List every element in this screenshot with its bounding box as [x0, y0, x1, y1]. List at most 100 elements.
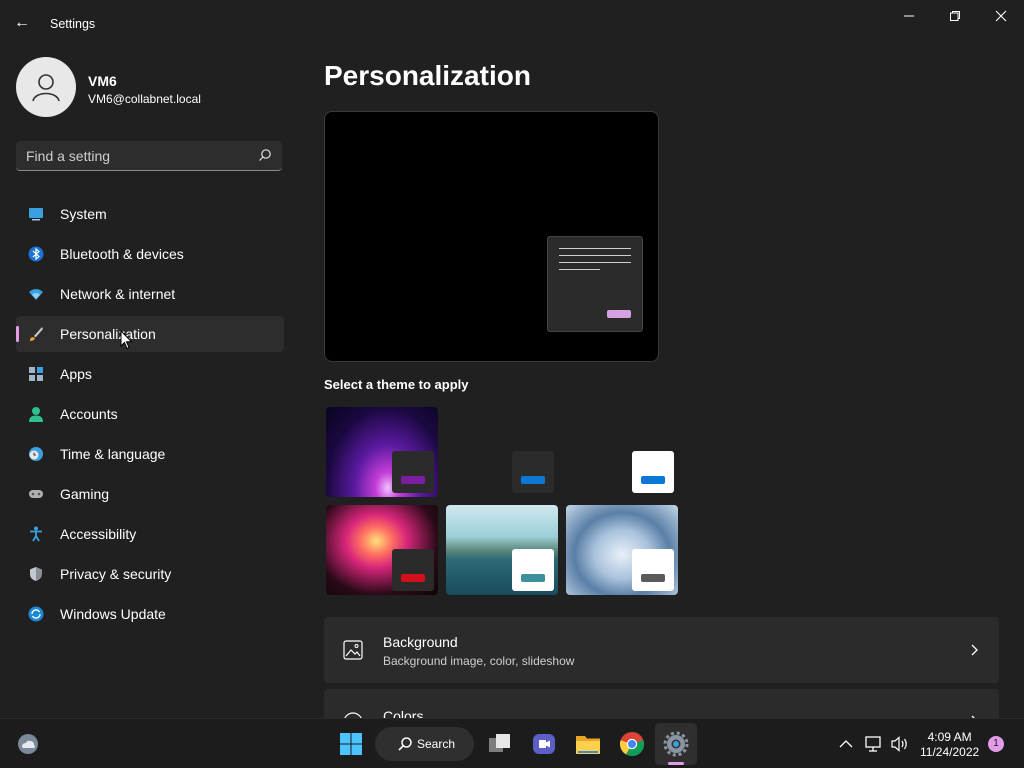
- sidebar-item-privacy[interactable]: Privacy & security: [16, 556, 284, 592]
- sidebar-item-personalization[interactable]: Personalization: [16, 316, 284, 352]
- chevron-up-icon[interactable]: [838, 738, 854, 750]
- sidebar-item-label: Gaming: [60, 486, 110, 502]
- avatar[interactable]: [16, 57, 76, 117]
- sidebar-item-gaming[interactable]: Gaming: [16, 476, 284, 512]
- theme-preview-window: [632, 549, 674, 591]
- sidebar-item-time-language[interactable]: Time & language: [16, 436, 284, 472]
- nav-list: System Bluetooth & devices Network & int…: [16, 196, 284, 636]
- sidebar-item-windows-update[interactable]: Windows Update: [16, 596, 284, 632]
- system-icon: [29, 208, 43, 221]
- clock-date: 11/24/2022: [920, 745, 980, 759]
- theme-tile-captured-motion[interactable]: [326, 505, 438, 595]
- wifi-icon: [29, 289, 43, 300]
- chrome-icon[interactable]: [619, 731, 645, 757]
- search-icon[interactable]: [258, 148, 272, 162]
- minimize-button[interactable]: [886, 0, 932, 32]
- theme-preview-window: [632, 451, 674, 493]
- sidebar-item-label: Network & internet: [60, 286, 176, 302]
- active-app-indicator: [668, 762, 684, 765]
- back-button[interactable]: ←: [14, 14, 34, 34]
- theme-accent-bar: [521, 476, 545, 484]
- taskbar-search[interactable]: Search: [375, 727, 474, 761]
- sidebar-item-label: Bluetooth & devices: [60, 246, 184, 262]
- settings-taskbar-button[interactable]: [655, 723, 697, 765]
- sidebar-item-label: Accessibility: [60, 526, 137, 542]
- theme-tile-glow[interactable]: [326, 407, 438, 497]
- theme-tile-bloom[interactable]: [566, 505, 678, 595]
- main-content: Personalization Select a theme to apply: [324, 48, 1024, 718]
- system-clock[interactable]: 4:09 AM 11/24/2022: [920, 730, 979, 760]
- theme-preview-window: [512, 451, 554, 493]
- sidebar-item-label: Apps: [60, 366, 92, 382]
- notification-badge[interactable]: 1: [988, 736, 1004, 752]
- bluetooth-icon: [28, 246, 44, 262]
- apps-icon: [29, 367, 43, 381]
- image-icon: [343, 640, 363, 660]
- themes-label: Select a theme to apply: [324, 377, 469, 392]
- theme-preview-window: [392, 549, 434, 591]
- sidebar-item-network[interactable]: Network & internet: [16, 276, 284, 312]
- sidebar-item-label: Accounts: [60, 406, 118, 422]
- sidebar-item-apps[interactable]: Apps: [16, 356, 284, 392]
- preview-window: [547, 236, 643, 332]
- clock-globe-icon: [29, 447, 43, 461]
- sidebar-item-accounts[interactable]: Accounts: [16, 396, 284, 432]
- restore-icon: [950, 11, 960, 21]
- theme-accent-bar: [521, 574, 545, 582]
- back-arrow-icon: ←: [14, 14, 30, 31]
- taskbar-search-label: Search: [417, 737, 456, 751]
- close-icon: [995, 10, 1007, 22]
- accessibility-icon: [30, 526, 42, 542]
- preview-line: [559, 255, 631, 256]
- minimize-icon: [904, 15, 914, 17]
- background-card[interactable]: Background Background image, color, slid…: [324, 617, 999, 683]
- user-email: VM6@collabnet.local: [88, 92, 201, 106]
- preview-accent-button: [607, 310, 631, 318]
- palette-icon: [344, 712, 362, 718]
- theme-accent-bar: [401, 476, 425, 484]
- preview-line: [559, 269, 600, 270]
- teams-chat-icon[interactable]: [531, 731, 557, 757]
- sidebar-item-label: Time & language: [60, 446, 166, 462]
- card-subtitle: Background image, color, slideshow: [383, 654, 575, 668]
- preview-line: [559, 248, 631, 249]
- preview-line: [559, 262, 631, 263]
- accounts-icon: [29, 407, 43, 422]
- search-input[interactable]: [16, 141, 258, 171]
- page-title: Personalization: [324, 60, 531, 91]
- sidebar-item-bluetooth[interactable]: Bluetooth & devices: [16, 236, 284, 272]
- network-icon[interactable]: [864, 735, 884, 753]
- task-view-icon[interactable]: [487, 731, 513, 757]
- volume-icon[interactable]: [890, 735, 910, 753]
- search-box: [16, 141, 282, 171]
- sidebar-item-label: Personalization: [60, 326, 156, 342]
- weather-icon[interactable]: [16, 732, 40, 756]
- theme-accent-bar: [641, 574, 665, 582]
- restore-button[interactable]: [932, 0, 978, 32]
- close-button[interactable]: [978, 0, 1024, 32]
- theme-preview-window: [512, 549, 554, 591]
- theme-accent-bar: [641, 476, 665, 484]
- mouse-cursor-icon: [120, 330, 133, 350]
- theme-tile-light[interactable]: [566, 407, 678, 497]
- gamepad-icon: [29, 490, 43, 498]
- chevron-right-icon: [971, 644, 978, 656]
- sidebar-item-system[interactable]: System: [16, 196, 284, 232]
- shield-icon: [30, 567, 42, 581]
- start-icon[interactable]: [338, 731, 364, 757]
- sidebar-item-label: System: [60, 206, 107, 222]
- file-explorer-icon[interactable]: [575, 731, 601, 757]
- theme-accent-bar: [401, 574, 425, 582]
- card-title: Colors: [383, 708, 424, 718]
- update-icon: [28, 606, 44, 622]
- theme-tile-dark[interactable]: [446, 407, 558, 497]
- theme-tile-flow[interactable]: [446, 505, 558, 595]
- sidebar: VM6 VM6@collabnet.local System Bluetooth…: [0, 48, 300, 718]
- user-icon: [32, 74, 60, 102]
- active-indicator: [16, 326, 19, 342]
- colors-card[interactable]: Colors: [324, 689, 999, 718]
- theme-preview-window: [392, 451, 434, 493]
- theme-preview: [324, 111, 659, 362]
- sidebar-item-accessibility[interactable]: Accessibility: [16, 516, 284, 552]
- user-name: VM6: [88, 73, 117, 89]
